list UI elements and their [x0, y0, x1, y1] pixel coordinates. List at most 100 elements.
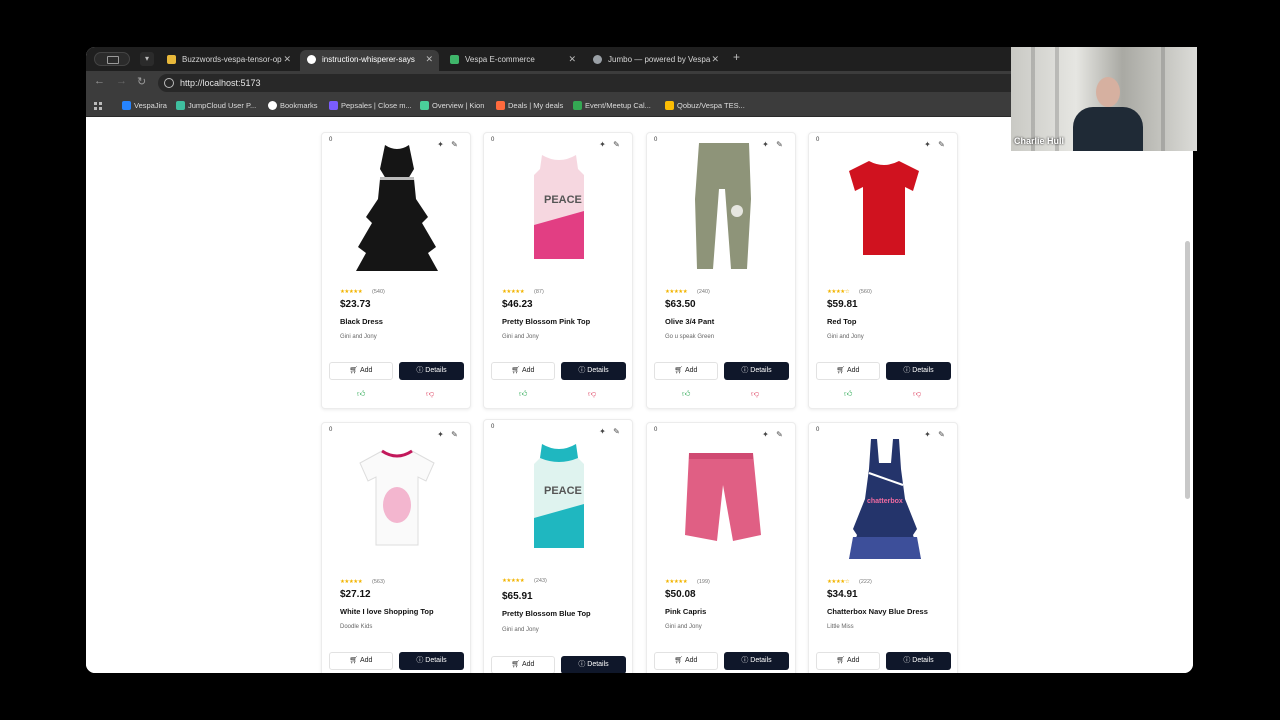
details-button[interactable]: ⓘ Details [724, 362, 789, 380]
bookmark-favicon-icon [329, 101, 338, 110]
tab-jumbo[interactable]: Jumbo — powered by Vespa ✕ [586, 50, 725, 71]
add-to-cart-button[interactable]: 🛒︎ Add [329, 652, 393, 670]
add-to-cart-button[interactable]: 🛒︎ Add [329, 362, 393, 380]
vote-count: 0 [329, 427, 333, 433]
back-icon[interactable]: ← [94, 75, 105, 87]
details-button[interactable]: ⓘ Details [886, 652, 951, 670]
close-tab-icon[interactable]: ✕ [711, 50, 719, 69]
details-button[interactable]: ⓘ Details [724, 652, 789, 670]
forward-icon[interactable]: → [116, 75, 127, 87]
bookmark-label: Bookmarks [280, 101, 318, 110]
product-title[interactable]: Pretty Blossom Pink Top [502, 317, 590, 326]
bookmark-event-meetup[interactable]: Event/Meetup Cal... [573, 100, 651, 111]
add-label: Add [521, 367, 535, 374]
close-tab-icon[interactable]: ✕ [425, 50, 433, 69]
thumbs-down-icon[interactable]: 👎︎ [426, 389, 434, 399]
bookmark-qobuz[interactable]: Qobuz/Vespa TES... [665, 100, 745, 111]
add-label: Add [359, 657, 373, 664]
product-grid-page: 0 ✦ ✎ ★★★★★ (540) $23.73 Black Dress Gin… [86, 119, 1193, 673]
info-icon: ⓘ [416, 657, 426, 664]
thumbs-down-icon[interactable]: 👎︎ [588, 389, 596, 399]
thumbs-up-icon[interactable]: 👍︎ [844, 389, 852, 399]
info-icon: ⓘ [578, 661, 588, 668]
product-brand: Gini and Jony [340, 334, 377, 340]
add-label: Add [684, 367, 698, 374]
add-to-cart-button[interactable]: 🛒︎ Add [816, 652, 880, 670]
product-title[interactable]: Red Top [827, 317, 856, 326]
review-count: (222) [859, 579, 872, 585]
reload-icon[interactable]: ↻ [137, 75, 146, 88]
tab-instruction-whisperer[interactable]: instruction-whisperer-says ✕ [300, 50, 439, 71]
cart-icon: 🛒︎ [836, 657, 847, 664]
close-tab-icon[interactable]: ✕ [283, 50, 291, 69]
bookmark-pepsales[interactable]: Pepsales | Close m... [329, 100, 412, 111]
product-card: 0 ✦ ✎ PEACE ★★★★★ (87) $46.23 Pretty Blo… [483, 132, 633, 409]
add-to-cart-button[interactable]: 🛒︎ Add [816, 362, 880, 380]
product-title[interactable]: Pink Capris [665, 607, 706, 616]
review-count: (540) [372, 289, 385, 295]
bookmark-bookmarks[interactable]: Bookmarks [268, 100, 318, 111]
tab-vespa-ecommerce[interactable]: Vespa E-commerce ✕ [443, 50, 582, 71]
bookmark-favicon-icon [665, 101, 674, 110]
bookmark-vespajira[interactable]: VespaJira [122, 100, 167, 111]
cart-icon: 🛒︎ [511, 661, 522, 668]
product-title[interactable]: White I love Shopping Top [340, 607, 434, 616]
cart-icon: 🛒︎ [674, 657, 685, 664]
thumbs-up-icon[interactable]: 👍︎ [682, 389, 690, 399]
product-card: 0 ✦ ✎ PEACE ★★★★★ (243) $65.91 Pretty Bl… [483, 419, 633, 673]
product-brand: Gini and Jony [827, 334, 864, 340]
details-button[interactable]: ⓘ Details [561, 362, 626, 380]
thumbs-down-icon[interactable]: 👎︎ [751, 389, 759, 399]
bookmark-label: Qobuz/Vespa TES... [677, 101, 745, 110]
add-to-cart-button[interactable]: 🛒︎ Add [491, 656, 555, 673]
favicon-icon [167, 55, 176, 64]
tab-buzzwords[interactable]: Buzzwords-vespa-tensor-op ✕ [160, 50, 297, 71]
add-to-cart-button[interactable]: 🛒︎ Add [654, 652, 718, 670]
product-image: chatterbox [849, 439, 921, 559]
product-title[interactable]: Olive 3/4 Pant [665, 317, 714, 326]
details-label: Details [425, 657, 447, 664]
bookmark-label: VespaJira [134, 101, 167, 110]
add-to-cart-button[interactable]: 🛒︎ Add [654, 362, 718, 380]
vote-count: 0 [654, 427, 658, 433]
tab-search-chevron-icon[interactable]: ▾ [140, 52, 154, 66]
scrollbar[interactable] [1185, 241, 1190, 499]
details-button[interactable]: ⓘ Details [561, 656, 626, 673]
product-image [695, 143, 751, 269]
github-icon [268, 101, 277, 110]
thumbs-down-icon[interactable]: 👎︎ [913, 389, 921, 399]
thumbs-up-icon[interactable]: 👍︎ [519, 389, 527, 399]
product-title[interactable]: Black Dress [340, 317, 383, 326]
tab-overview-icon[interactable] [94, 52, 130, 66]
product-title[interactable]: Pretty Blossom Blue Top [502, 609, 591, 618]
product-image [685, 453, 761, 541]
bookmark-kion[interactable]: Overview | Kion [420, 100, 484, 111]
new-tab-icon[interactable]: + [733, 50, 740, 64]
bookmark-deals[interactable]: Deals | My deals [496, 100, 563, 111]
vote-count: 0 [654, 137, 658, 143]
curtain-stripe [1161, 47, 1165, 151]
details-button[interactable]: ⓘ Details [399, 362, 464, 380]
product-brand: Doodle Kids [340, 624, 373, 630]
rating-stars: ★★★★★ [665, 579, 688, 585]
add-to-cart-button[interactable]: 🛒︎ Add [491, 362, 555, 380]
product-price: $59.81 [827, 299, 858, 310]
product-price: $46.23 [502, 299, 533, 310]
details-button[interactable]: ⓘ Details [399, 652, 464, 670]
apps-grid-icon[interactable] [94, 102, 103, 111]
site-info-icon[interactable] [164, 78, 174, 88]
thumbs-up-icon[interactable]: 👍︎ [357, 389, 365, 399]
review-count: (199) [697, 579, 710, 585]
bookmark-label: Event/Meetup Cal... [585, 101, 651, 110]
address-bar[interactable]: http://localhost:5173 [158, 74, 1038, 92]
rating-stars: ★★★★★ [665, 289, 688, 295]
bookmark-jumpcloud[interactable]: JumpCloud User P... [176, 100, 256, 111]
details-button[interactable]: ⓘ Details [886, 362, 951, 380]
rating-stars: ★★★★☆ [827, 289, 850, 295]
cart-icon: 🛒︎ [836, 367, 847, 374]
details-label: Details [425, 367, 447, 374]
close-tab-icon[interactable]: ✕ [568, 50, 576, 69]
product-price: $23.73 [340, 299, 371, 310]
product-title[interactable]: Chatterbox Navy Blue Dress [827, 607, 928, 616]
info-icon: ⓘ [903, 657, 913, 664]
